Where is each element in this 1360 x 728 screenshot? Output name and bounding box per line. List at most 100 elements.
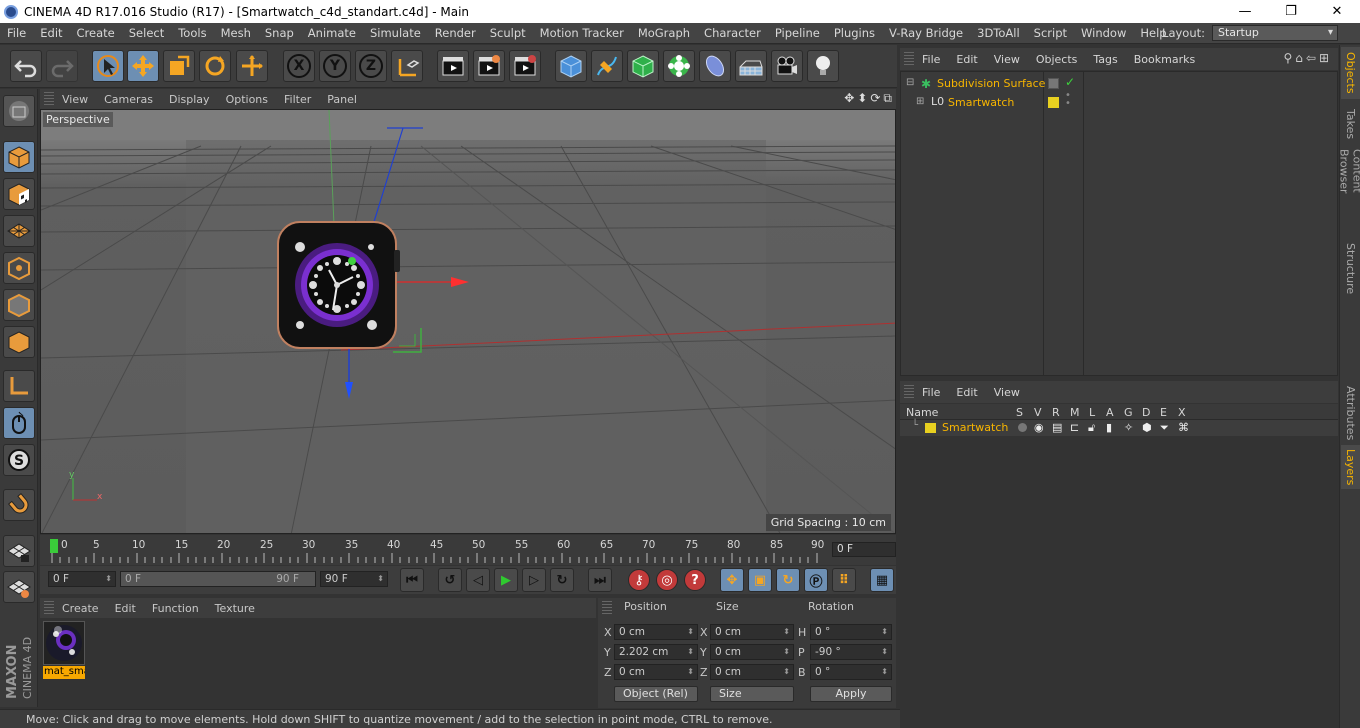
generator-icon[interactable]: ✧ — [1124, 421, 1133, 434]
layout-select[interactable]: Startup — [1212, 25, 1338, 41]
position-x-field[interactable]: 0 cm — [614, 624, 698, 640]
object-menu-file[interactable]: File — [914, 53, 948, 66]
points-mode-button[interactable] — [3, 252, 35, 284]
visibility-dots-icon[interactable]: • • — [1065, 91, 1071, 109]
object-manager-nav-icons[interactable]: ⚲⌂⇦⊞ — [1283, 51, 1332, 65]
perspective-viewport[interactable]: Perspective y x Grid Spacing : 10 cm — [40, 109, 896, 534]
tweak-mode-button[interactable] — [3, 407, 35, 439]
keyframe-selection-button[interactable]: ? — [684, 569, 706, 591]
menu-window[interactable]: Window — [1074, 26, 1133, 40]
object-menu-edit[interactable]: Edit — [948, 53, 985, 66]
snap-button[interactable] — [3, 489, 35, 521]
size-x-field[interactable]: 0 cm — [710, 624, 794, 640]
edit-render-settings-button[interactable] — [509, 50, 541, 82]
edges-mode-button[interactable] — [3, 289, 35, 321]
tab-layers[interactable]: Layers — [1341, 445, 1360, 489]
z-axis-lock-button[interactable]: Z — [355, 50, 387, 82]
render-view-button[interactable] — [437, 50, 469, 82]
timeline-ruler[interactable]: 0 5 10 15 20 25 30 35 40 45 50 55 60 65 … — [40, 535, 896, 565]
object-name[interactable]: Smartwatch — [948, 96, 1014, 109]
menu-vray-bridge[interactable]: V-Ray Bridge — [882, 26, 970, 40]
minimize-button[interactable]: — — [1222, 0, 1268, 23]
current-frame-field[interactable]: 0 F — [832, 542, 896, 557]
timeline-window-button[interactable]: ▦ — [870, 568, 894, 592]
size-mode-dropdown[interactable]: Size — [710, 686, 794, 702]
material-thumbnail[interactable] — [43, 621, 85, 665]
rotation-h-field[interactable]: 0 ° — [810, 624, 892, 640]
layer-color-swatch[interactable] — [925, 423, 936, 433]
cloner-button[interactable] — [663, 50, 695, 82]
polygons-mode-button[interactable] — [3, 326, 35, 358]
material-menu-function[interactable]: Function — [144, 602, 207, 615]
size-z-field[interactable]: 0 cm — [710, 664, 794, 680]
dolly-view-icon[interactable]: ⬍ — [857, 91, 867, 106]
rotation-p-field[interactable]: -90 ° — [810, 644, 892, 660]
pan-view-icon[interactable]: ✥ — [844, 91, 854, 106]
render-clapboard-icon[interactable]: ▤ — [1052, 421, 1062, 434]
column-manager[interactable]: M — [1070, 406, 1080, 419]
object-menu-bookmarks[interactable]: Bookmarks — [1126, 53, 1203, 66]
next-frame-button[interactable]: ▷ — [522, 568, 546, 592]
toggle-layout-icon[interactable]: ⧉ — [883, 91, 892, 106]
menu-simulate[interactable]: Simulate — [363, 26, 428, 40]
animation-film-icon[interactable]: ▮ — [1106, 421, 1112, 434]
manager-tree-icon[interactable]: ⊏ — [1070, 421, 1079, 434]
menu-snap[interactable]: Snap — [258, 26, 301, 40]
go-to-next-key-button[interactable]: ↻ — [550, 568, 574, 592]
viewport-menu-panel[interactable]: Panel — [319, 93, 365, 106]
enabled-check-icon[interactable]: ✓ — [1065, 75, 1075, 89]
undo-button[interactable] — [10, 50, 42, 82]
close-button[interactable]: ✕ — [1314, 0, 1360, 23]
viewport-menu-display[interactable]: Display — [161, 93, 218, 106]
deformer-button[interactable] — [699, 50, 731, 82]
view-eye-icon[interactable]: ◉ — [1034, 421, 1044, 434]
column-expressions[interactable]: E — [1160, 406, 1167, 419]
column-solo[interactable]: S — [1016, 406, 1023, 419]
object-name[interactable]: Subdivision Surface — [937, 77, 1045, 90]
orbit-view-icon[interactable]: ⟳ — [870, 91, 880, 106]
scale-tool-button[interactable] — [163, 50, 195, 82]
key-point-level-button[interactable]: ⠿ — [832, 568, 856, 592]
smartwatch-model[interactable] — [277, 221, 400, 349]
planar-workplane-button[interactable] — [3, 571, 35, 603]
menu-mograph[interactable]: MoGraph — [631, 26, 697, 40]
object-row-smartwatch[interactable]: ⊞ L0 Smartwatch • • — [901, 91, 1337, 112]
column-view[interactable]: V — [1034, 406, 1042, 419]
layer-menu-file[interactable]: File — [914, 386, 948, 399]
layer-menu-edit[interactable]: Edit — [948, 386, 985, 399]
material-name-label[interactable]: mat_smartwatch — [43, 666, 85, 679]
menu-create[interactable]: Create — [70, 26, 122, 40]
lock-icon[interactable]: 🔓︎ — [1088, 421, 1095, 435]
position-y-field[interactable]: 2.202 cm — [614, 644, 698, 660]
menu-edit[interactable]: Edit — [33, 26, 69, 40]
menu-mesh[interactable]: Mesh — [214, 26, 258, 40]
go-to-previous-key-button[interactable]: ↺ — [438, 568, 462, 592]
transform-tool-button[interactable] — [236, 50, 268, 82]
menu-character[interactable]: Character — [697, 26, 768, 40]
tab-content-browser[interactable]: Content Browser — [1338, 149, 1360, 237]
menu-file[interactable]: File — [0, 26, 33, 40]
material-menu-edit[interactable]: Edit — [107, 602, 144, 615]
viewport-menu-cameras[interactable]: Cameras — [96, 93, 161, 106]
xref-icon[interactable]: ⌘ — [1178, 421, 1189, 434]
menu-render[interactable]: Render — [428, 26, 483, 40]
key-rotation-button[interactable]: ↻ — [776, 568, 800, 592]
camera-button[interactable] — [771, 50, 803, 82]
size-y-field[interactable]: 0 cm — [710, 644, 794, 660]
menu-script[interactable]: Script — [1027, 26, 1074, 40]
menu-motion-tracker[interactable]: Motion Tracker — [533, 26, 631, 40]
object-menu-tags[interactable]: Tags — [1085, 53, 1125, 66]
redo-button[interactable] — [46, 50, 78, 82]
column-deformers[interactable]: D — [1142, 406, 1150, 419]
go-to-start-button[interactable]: ⏮ — [400, 568, 424, 592]
coordinate-system-button[interactable] — [391, 50, 423, 82]
viewport-menu-view[interactable]: View — [54, 93, 96, 106]
layer-menu-view[interactable]: View — [986, 386, 1028, 399]
cube-object-button[interactable] — [555, 50, 587, 82]
tab-attributes[interactable]: Attributes — [1341, 383, 1360, 443]
viewport-menu-options[interactable]: Options — [218, 93, 276, 106]
solo-mode-button[interactable]: S — [3, 444, 35, 476]
column-animation[interactable]: A — [1106, 406, 1114, 419]
column-xref[interactable]: X — [1178, 406, 1186, 419]
layer-name[interactable]: Smartwatch — [942, 421, 1008, 434]
